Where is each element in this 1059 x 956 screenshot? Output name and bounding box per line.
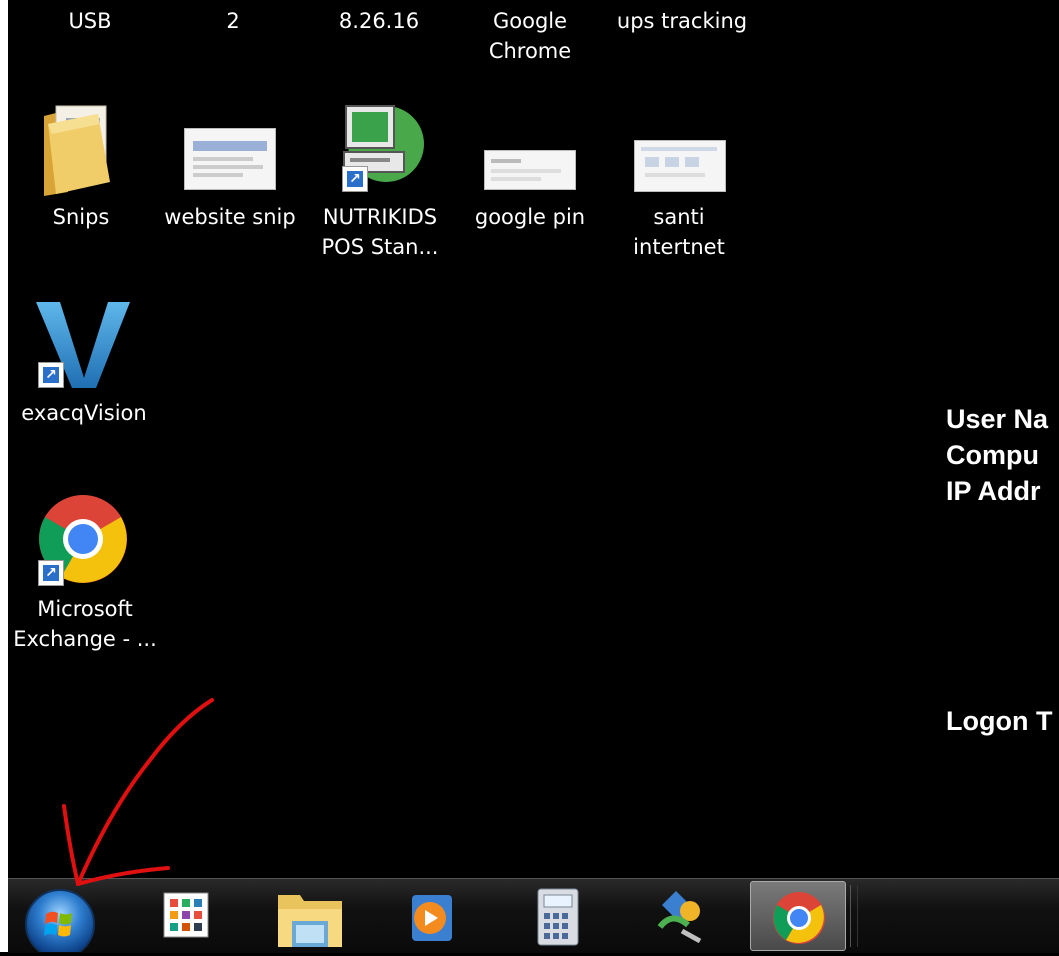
bginfo-user-name: User Na (946, 404, 1049, 434)
taskbar-chrome-button[interactable] (750, 881, 846, 951)
desktop-icon-ups-label[interactable]: ups tracking (612, 6, 752, 36)
desktop-icon-exchange-label-1[interactable]: Microsoft (10, 594, 160, 624)
desktop-icon-usb-label[interactable]: USB (60, 6, 120, 36)
desktop-icon-chrome-label-1[interactable]: Google (480, 6, 580, 36)
bginfo-logon-time: Logon T (946, 706, 1053, 736)
start-button[interactable] (20, 886, 100, 956)
file-explorer-icon[interactable] (270, 881, 350, 951)
bginfo-ip-address: IP Addr (946, 476, 1041, 506)
network-tool-icon[interactable] (642, 881, 722, 951)
image-thumbnail-icon[interactable] (634, 140, 726, 192)
desktop-icon-nutrikids-label-1[interactable]: NUTRIKIDS (318, 202, 442, 232)
taskbar-separator (850, 885, 858, 947)
image-thumbnail-icon[interactable] (484, 150, 576, 190)
calculator-icon[interactable] (520, 881, 600, 951)
chrome-icon (773, 892, 825, 944)
taskbar[interactable] (8, 878, 1059, 953)
desktop-icon-website-snip-label[interactable]: website snip (164, 202, 296, 232)
desktop-icon-date-label[interactable]: 8.26.16 (334, 6, 424, 36)
desktop-icon-exchange-label-2[interactable]: Exchange - ... (10, 624, 160, 654)
window-frame-left (0, 0, 8, 952)
metro-apps-icon[interactable] (148, 881, 228, 951)
desktop-icon-santi-label-1[interactable]: santi (614, 202, 744, 232)
desktop[interactable]: USB 2 8.26.16 Google Chrome ups tracking… (8, 0, 1059, 878)
desktop-icon-nutrikids-label-2[interactable]: POS Stan... (318, 232, 442, 262)
folder-icon[interactable] (38, 100, 124, 196)
bginfo-computer-name: Compu (946, 440, 1039, 470)
shortcut-arrow-icon: ↗ (38, 362, 64, 388)
desktop-icon-2-label[interactable]: 2 (218, 6, 248, 36)
desktop-icon-chrome-label-2[interactable]: Chrome (480, 36, 580, 66)
shortcut-arrow-icon: ↗ (38, 560, 64, 586)
desktop-icon-santi-label-2[interactable]: intertnet (614, 232, 744, 262)
desktop-icon-snips-label[interactable]: Snips (38, 202, 124, 232)
image-thumbnail-icon[interactable] (184, 128, 276, 190)
desktop-icon-google-pin-label[interactable]: google pin (466, 202, 594, 232)
media-player-icon[interactable] (394, 881, 474, 951)
shortcut-arrow-icon: ↗ (342, 166, 368, 192)
desktop-icon-exacqvision-label[interactable]: exacqVision (14, 398, 154, 428)
